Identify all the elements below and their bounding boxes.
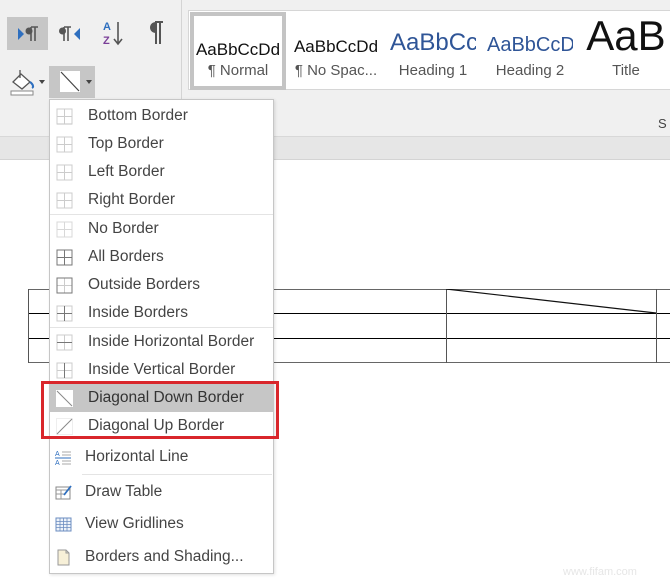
svg-text:A: A — [103, 21, 111, 33]
borders-dropdown-menu: Bottom Border Top Border Left Border Rig… — [49, 99, 274, 574]
menu-item-horizontal-line[interactable]: A A Horizontal Line — [50, 443, 273, 471]
svg-text:Z: Z — [103, 35, 110, 47]
ltr-text-direction-button[interactable] — [7, 17, 48, 50]
bottom-border-icon — [56, 108, 73, 125]
style-name: ¶ No Spac... — [294, 62, 378, 79]
outside-borders-icon — [56, 277, 73, 294]
menu-item-right-border[interactable]: Right Border — [50, 186, 273, 214]
style-sample: AaBbCcDd — [195, 40, 281, 59]
menu-item-inside-borders[interactable]: Inside Borders — [50, 299, 273, 327]
menu-item-inside-vertical-border[interactable]: Inside Vertical Border — [50, 356, 273, 384]
menu-item-draw-table[interactable]: Draw Table — [50, 478, 273, 506]
menu-item-bottom-border[interactable]: Bottom Border — [50, 102, 273, 130]
borders-and-shading-icon — [57, 549, 70, 566]
style-title[interactable]: AaB Title — [580, 13, 670, 89]
svg-text:A: A — [55, 460, 60, 466]
rtl-paragraph-icon — [59, 25, 80, 41]
menu-item-inside-horizontal-border[interactable]: Inside Horizontal Border — [50, 328, 273, 356]
draw-table-icon — [55, 485, 72, 500]
menu-item-label: Right Border — [88, 191, 176, 208]
styles-group-label: S — [658, 116, 667, 131]
menu-item-all-borders[interactable]: All Borders — [50, 243, 273, 271]
style-no-spacing[interactable]: AaBbCcDd ¶ No Spac... — [288, 13, 384, 89]
menu-item-label: View Gridlines — [85, 515, 184, 532]
no-border-icon — [56, 221, 73, 238]
svg-text:A: A — [55, 451, 60, 458]
menu-item-label: No Border — [88, 220, 159, 237]
inside-horizontal-border-icon — [56, 334, 73, 351]
sort-az-icon: A Z — [103, 21, 123, 47]
style-heading-1[interactable]: AaBbCc Heading 1 — [386, 13, 480, 89]
menu-item-top-border[interactable]: Top Border — [50, 130, 273, 158]
style-sample: AaBbCcD — [487, 34, 573, 56]
right-border-icon — [56, 192, 73, 209]
show-formatting-button[interactable] — [138, 14, 172, 52]
menu-separator — [82, 474, 272, 475]
menu-item-left-border[interactable]: Left Border — [50, 158, 273, 186]
menu-item-label: Inside Borders — [88, 304, 188, 321]
left-border-icon — [56, 164, 73, 181]
rtl-text-direction-button[interactable] — [52, 17, 88, 50]
shading-button[interactable] — [6, 66, 48, 98]
menu-item-outside-borders[interactable]: Outside Borders — [50, 271, 273, 299]
style-name: Heading 2 — [495, 62, 565, 79]
style-normal[interactable]: AaBbCcDd ¶ Normal — [190, 12, 286, 90]
diagonal-down-cell-border — [446, 289, 657, 314]
style-name: Heading 1 — [398, 62, 468, 79]
menu-item-view-gridlines[interactable]: View Gridlines — [50, 510, 273, 538]
menu-item-label: Left Border — [88, 163, 165, 180]
menu-item-label: Inside Vertical Border — [88, 361, 236, 378]
menu-item-label: Bottom Border — [88, 107, 188, 124]
style-name: Title — [612, 62, 640, 79]
ltr-paragraph-icon — [17, 25, 38, 41]
menu-item-label: Outside Borders — [88, 276, 200, 293]
top-border-icon — [56, 136, 73, 153]
menu-item-label: Top Border — [88, 135, 164, 152]
menu-item-label: All Borders — [88, 248, 164, 265]
inside-vertical-border-icon — [56, 362, 73, 379]
annotation-highlight-box — [41, 381, 279, 439]
styles-gallery: AaBbCcDd ¶ Normal AaBbCcDd ¶ No Spac... … — [188, 10, 670, 90]
style-sample: AaB — [586, 13, 666, 57]
sort-button[interactable]: A Z — [96, 14, 130, 52]
pilcrow-icon — [150, 21, 163, 44]
borders-button[interactable] — [49, 66, 95, 98]
all-borders-icon — [56, 249, 73, 266]
style-heading-2[interactable]: AaBbCcD Heading 2 — [482, 13, 578, 89]
horizontal-line-icon: A A — [55, 451, 71, 466]
menu-item-label: Borders and Shading... — [85, 548, 244, 565]
watermark: www.fifam.com — [563, 566, 637, 578]
style-name: ¶ Normal — [207, 62, 269, 79]
menu-item-label: Inside Horizontal Border — [88, 333, 255, 350]
table-border-left — [28, 289, 29, 363]
view-gridlines-icon — [55, 517, 72, 532]
menu-item-label: Draw Table — [85, 483, 163, 500]
style-sample: AaBbCcDd — [293, 37, 379, 56]
paint-bucket-icon — [10, 70, 45, 96]
menu-item-no-border[interactable]: No Border — [50, 215, 273, 243]
menu-item-borders-and-shading[interactable]: Borders and Shading... — [50, 543, 273, 571]
diagonal-down-border-icon — [60, 71, 92, 92]
menu-item-label: Horizontal Line — [85, 448, 189, 465]
inside-borders-icon — [56, 305, 73, 322]
style-sample: AaBbCc — [390, 29, 476, 56]
